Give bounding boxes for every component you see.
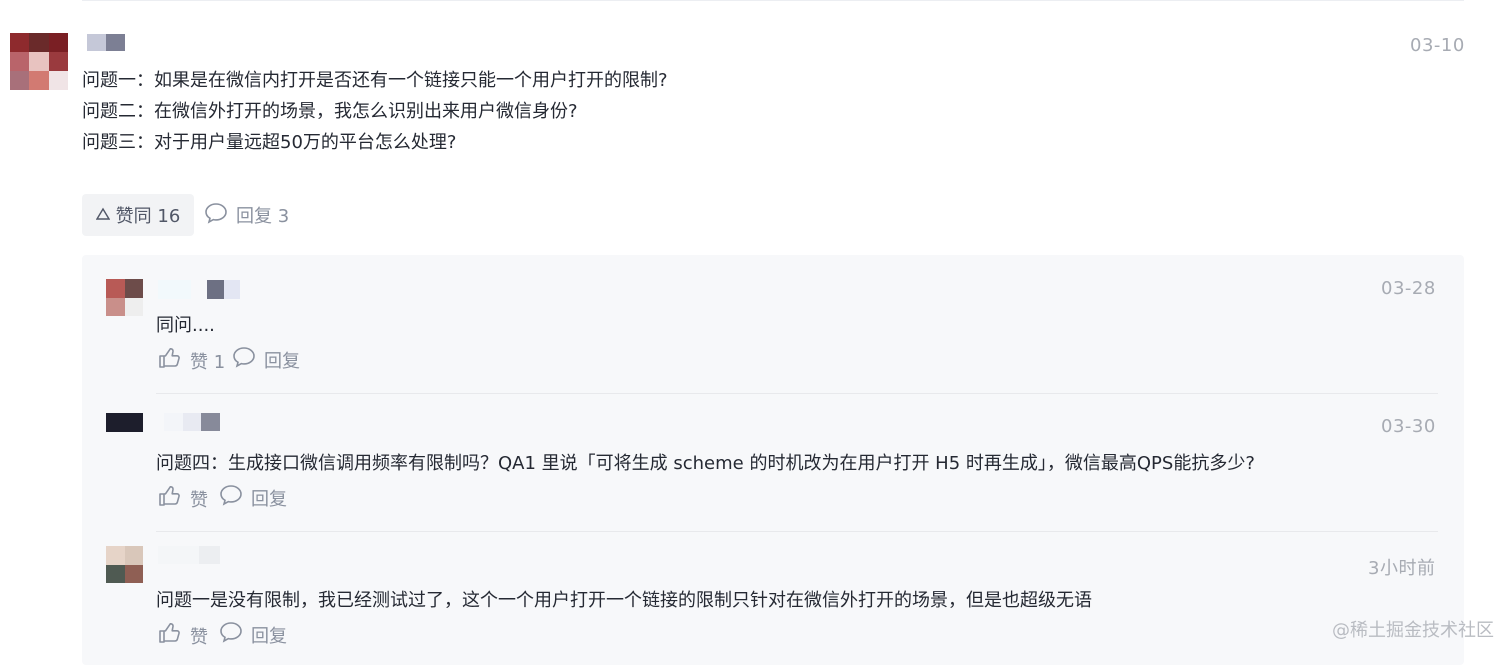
- top-divider: [82, 0, 1464, 1]
- agree-label: 赞同 16: [115, 206, 181, 227]
- comment-date: 03-10: [1410, 35, 1465, 56]
- reply-divider: [156, 531, 1438, 532]
- reply-label: 回复: [251, 488, 287, 510]
- reply-avatar[interactable]: [106, 413, 143, 450]
- reply-divider: [156, 393, 1438, 394]
- username-blurred[interactable]: [164, 413, 220, 431]
- up-triangle-icon: [95, 205, 110, 226]
- reply-button[interactable]: 回复: [219, 621, 287, 648]
- reply-button[interactable]: 回复: [232, 346, 300, 373]
- reply-label: 回复 3: [236, 206, 290, 227]
- username-blurred[interactable]: [87, 34, 125, 51]
- comment-icon: [204, 202, 228, 229]
- comment-question-2: 问题二：在微信外打开的场景，我怎么识别出来用户微信身份?: [82, 101, 578, 122]
- reply-text: 问题一是没有限制，我已经测试过了，这个一个用户打开一个链接的限制只针对在微信外打…: [156, 590, 1092, 611]
- like-label: 赞: [190, 489, 208, 511]
- reply-avatar[interactable]: [106, 546, 143, 583]
- reply-button[interactable]: 回复: [219, 484, 287, 511]
- comment-icon: [232, 346, 256, 373]
- reply-button[interactable]: 回复 3: [204, 194, 289, 236]
- like-button[interactable]: 赞: [158, 484, 208, 513]
- thumbs-up-icon: [158, 621, 182, 650]
- reply-label: 回复: [251, 625, 287, 647]
- thumbs-up-icon: [158, 484, 182, 513]
- reply-avatar[interactable]: [106, 279, 143, 316]
- reply-date: 03-30: [1381, 416, 1436, 437]
- watermark: @稀土掘金技术社区: [1332, 620, 1494, 641]
- comment-question-3: 问题三：对于用户量远超50万的平台怎么处理?: [82, 132, 457, 153]
- comment-icon: [219, 621, 243, 648]
- comment-icon: [219, 484, 243, 511]
- reply-label: 回复: [264, 350, 300, 372]
- like-label: 赞: [190, 626, 208, 648]
- like-button[interactable]: 赞: [158, 621, 208, 650]
- agree-button[interactable]: 赞同 16: [82, 194, 194, 236]
- comment-question-1: 问题一：如果是在微信内打开是否还有一个链接只能一个用户打开的限制?: [82, 70, 668, 91]
- username-blurred[interactable]: [158, 546, 220, 564]
- like-button[interactable]: 赞 1: [158, 346, 225, 375]
- reply-text: 问题四：生成接口微信调用频率有限制吗？QA1 里说「可将生成 scheme 的时…: [156, 453, 1255, 474]
- reply-text: 同问....: [156, 315, 215, 336]
- like-label: 赞 1: [190, 351, 226, 373]
- username-blurred[interactable]: [158, 280, 240, 299]
- thumbs-up-icon: [158, 346, 182, 375]
- reply-date: 03-28: [1381, 278, 1436, 299]
- reply-date: 3小时前: [1368, 558, 1436, 579]
- user-avatar[interactable]: [10, 33, 68, 90]
